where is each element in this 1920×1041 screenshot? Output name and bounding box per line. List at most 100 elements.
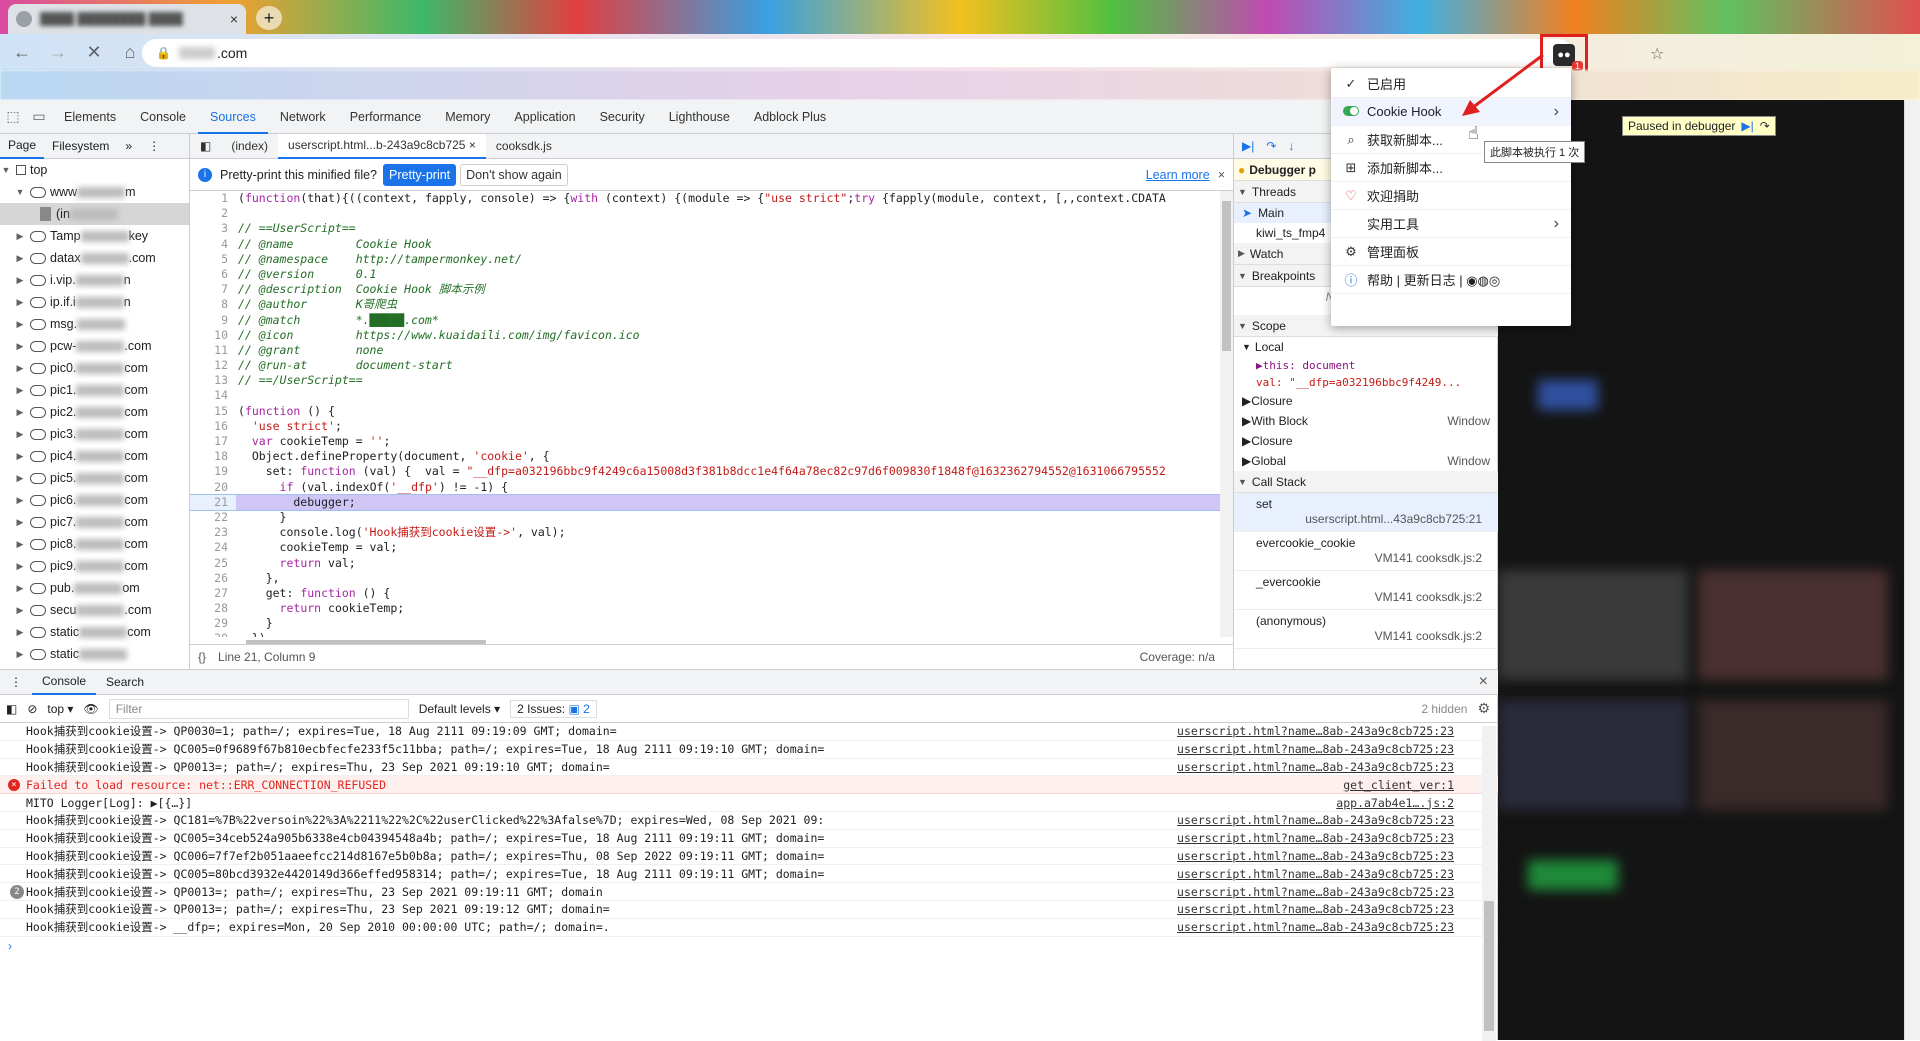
code-line[interactable]: 8// @author K哥爬虫 [190, 297, 1220, 312]
code-line[interactable]: 4// @name Cookie Hook [190, 237, 1220, 252]
tree-item[interactable]: ▶ static [0, 643, 189, 665]
code-line[interactable]: 27 get: function () { [190, 586, 1220, 601]
inspect-element-icon[interactable]: ⬚ [0, 108, 26, 125]
line-number[interactable]: 9 [190, 313, 236, 328]
line-number[interactable]: 27 [190, 586, 236, 601]
step-into-icon[interactable]: ↓ [1288, 139, 1294, 153]
tree-item[interactable]: ▶ Tamp key [0, 225, 189, 247]
tab-sources[interactable]: Sources [197, 100, 268, 134]
line-number[interactable]: 30 [190, 631, 236, 637]
console-message-source-link[interactable]: userscript.html?name…8ab-243a9c8cb725:23 [1177, 724, 1454, 738]
code-line[interactable]: 10// @icon https://www.kuaidaili.com/img… [190, 328, 1220, 343]
line-number[interactable]: 29 [190, 616, 236, 631]
code-line[interactable]: 1 (function(that){((context, fapply, cons… [190, 191, 1220, 206]
tree-item[interactable]: (in [0, 203, 189, 225]
line-number[interactable]: 10 [190, 328, 236, 343]
tab-elements[interactable]: Elements [52, 100, 128, 134]
call-frame[interactable]: _evercookie VM141 cooksdk.js:2 [1234, 571, 1498, 610]
tree-item[interactable]: ▶ pic8. com [0, 533, 189, 555]
line-number[interactable]: 13 [190, 373, 236, 388]
code-line[interactable]: 28 return cookieTemp; [190, 601, 1220, 616]
line-number[interactable]: 19 [190, 464, 236, 479]
tree-item[interactable]: ▶ pic7. com [0, 511, 189, 533]
editor-tab-index[interactable]: (index) [221, 139, 278, 153]
editor-vscrollbar[interactable] [1220, 191, 1233, 637]
scope-global[interactable]: ▶ Global Window [1234, 451, 1498, 471]
code-line[interactable]: 20 if (val.indexOf('__dfp') != -1) { [190, 480, 1220, 495]
toggle-navigator-icon[interactable]: ◧ [190, 139, 221, 153]
tree-item[interactable]: ▶ pic4. com [0, 445, 189, 467]
code-line[interactable]: 3// ==UserScript== [190, 221, 1220, 236]
format-icon[interactable]: {} [198, 650, 206, 664]
live-expression-icon[interactable]: 👁 [83, 702, 98, 716]
line-number[interactable]: 3 [190, 221, 236, 236]
bookmark-star-icon[interactable]: ☆ [1650, 44, 1664, 64]
code-line[interactable]: 14 [190, 388, 1220, 403]
call-frame[interactable]: evercookie_cookie VM141 cooksdk.js:2 [1234, 532, 1498, 571]
tab-application[interactable]: Application [502, 100, 587, 134]
tab-network[interactable]: Network [268, 100, 338, 134]
tree-item[interactable]: ▶ secu .com [0, 599, 189, 621]
toggle-icon[interactable] [1341, 104, 1361, 119]
console-message-source-link[interactable]: userscript.html?name…8ab-243a9c8cb725:23 [1177, 867, 1454, 881]
learn-more-link[interactable]: Learn more [1146, 168, 1210, 182]
line-number[interactable]: 7 [190, 282, 236, 297]
tab-page[interactable]: Page [0, 134, 45, 159]
line-number[interactable]: 4 [190, 237, 236, 252]
drawer-tab-search[interactable]: Search [96, 675, 154, 689]
tree-item[interactable]: ▶ i.vip. n [0, 269, 189, 291]
line-number[interactable]: 1 [190, 191, 236, 206]
close-drawer-icon[interactable]: × [1479, 673, 1488, 691]
back-icon[interactable]: ← [8, 38, 36, 66]
console-message-source-link[interactable]: userscript.html?name…8ab-243a9c8cb725:23 [1177, 831, 1454, 845]
tree-item[interactable]: ▶ pic3. com [0, 423, 189, 445]
line-number[interactable]: 8 [190, 297, 236, 312]
tab-memory[interactable]: Memory [433, 100, 502, 134]
stop-icon[interactable]: ✕ [80, 38, 108, 66]
line-number[interactable]: 20 [190, 480, 236, 495]
line-number[interactable]: 2 [190, 206, 236, 221]
tree-item[interactable]: ▶ pcw- .com [0, 335, 189, 357]
menu-item[interactable]: 实用工具 › [1331, 210, 1571, 238]
call-frame[interactable]: set userscript.html...43a9c8cb725:21 [1234, 493, 1498, 532]
code-line[interactable]: 23 console.log('Hook捕获到cookie设置->', val)… [190, 525, 1220, 540]
console-message-source-link[interactable]: userscript.html?name…8ab-243a9c8cb725:23 [1177, 849, 1454, 863]
line-number[interactable]: 14 [190, 388, 236, 403]
editor-tab-userscript[interactable]: userscript.html...b-243a9c8cb725 × [278, 133, 486, 159]
code-line[interactable]: 22 } [190, 510, 1220, 525]
new-tab-button[interactable]: + [256, 6, 282, 30]
line-number[interactable]: 23 [190, 525, 236, 540]
console-message-source-link[interactable]: app.a7ab4e1….js:2 [1336, 796, 1454, 810]
tree-item[interactable]: ▶ pub. om [0, 577, 189, 599]
code-line[interactable]: 7// @description Cookie Hook 脚本示例 [190, 282, 1220, 297]
tab-console[interactable]: Console [128, 100, 198, 134]
prettyprint-button[interactable]: Pretty-print [383, 163, 457, 186]
tree-root[interactable]: ▼ top [0, 159, 189, 181]
resume-icon[interactable]: ▶| [1242, 139, 1254, 153]
overlay-step-icon[interactable]: ↷ [1760, 119, 1770, 133]
code-line[interactable]: 29 } [190, 616, 1220, 631]
line-number[interactable]: 12 [190, 358, 236, 373]
console-prompt[interactable]: › [0, 937, 1498, 955]
line-number[interactable]: 16 [190, 419, 236, 434]
sidebar-toggle-icon[interactable]: ◧ [6, 702, 17, 716]
drawer-tab-console[interactable]: Console [32, 670, 97, 695]
code-line[interactable]: 13// ==/UserScript== [190, 373, 1220, 388]
line-number[interactable]: 25 [190, 556, 236, 571]
tree-item[interactable]: ▶ pic6. com [0, 489, 189, 511]
clear-console-icon[interactable]: ⊘ [27, 702, 37, 716]
line-number[interactable]: 18 [190, 449, 236, 464]
code-line[interactable]: 19 set: function (val) { val = "__dfp=a0… [190, 464, 1220, 479]
line-number[interactable]: 28 [190, 601, 236, 616]
console-message-source-link[interactable]: userscript.html?name…8ab-243a9c8cb725:23 [1177, 902, 1454, 916]
close-infobar-icon[interactable]: × [1218, 168, 1225, 182]
navigator-menu-icon[interactable]: ⋮ [140, 139, 168, 153]
console-message-source-link[interactable]: userscript.html?name…8ab-243a9c8cb725:23 [1177, 742, 1454, 756]
scope-closure-2[interactable]: ▶ Closure [1234, 431, 1498, 451]
line-number[interactable]: 26 [190, 571, 236, 586]
code-lines[interactable]: 1 (function(that){((context, fapply, cons… [190, 191, 1220, 637]
home-icon[interactable]: ⌂ [116, 38, 144, 66]
scope-with-block[interactable]: ▶ With Block Window [1234, 411, 1498, 431]
tree-item[interactable]: ▶ pic1. com [0, 379, 189, 401]
tree-item[interactable]: ▶ pic5. com [0, 467, 189, 489]
